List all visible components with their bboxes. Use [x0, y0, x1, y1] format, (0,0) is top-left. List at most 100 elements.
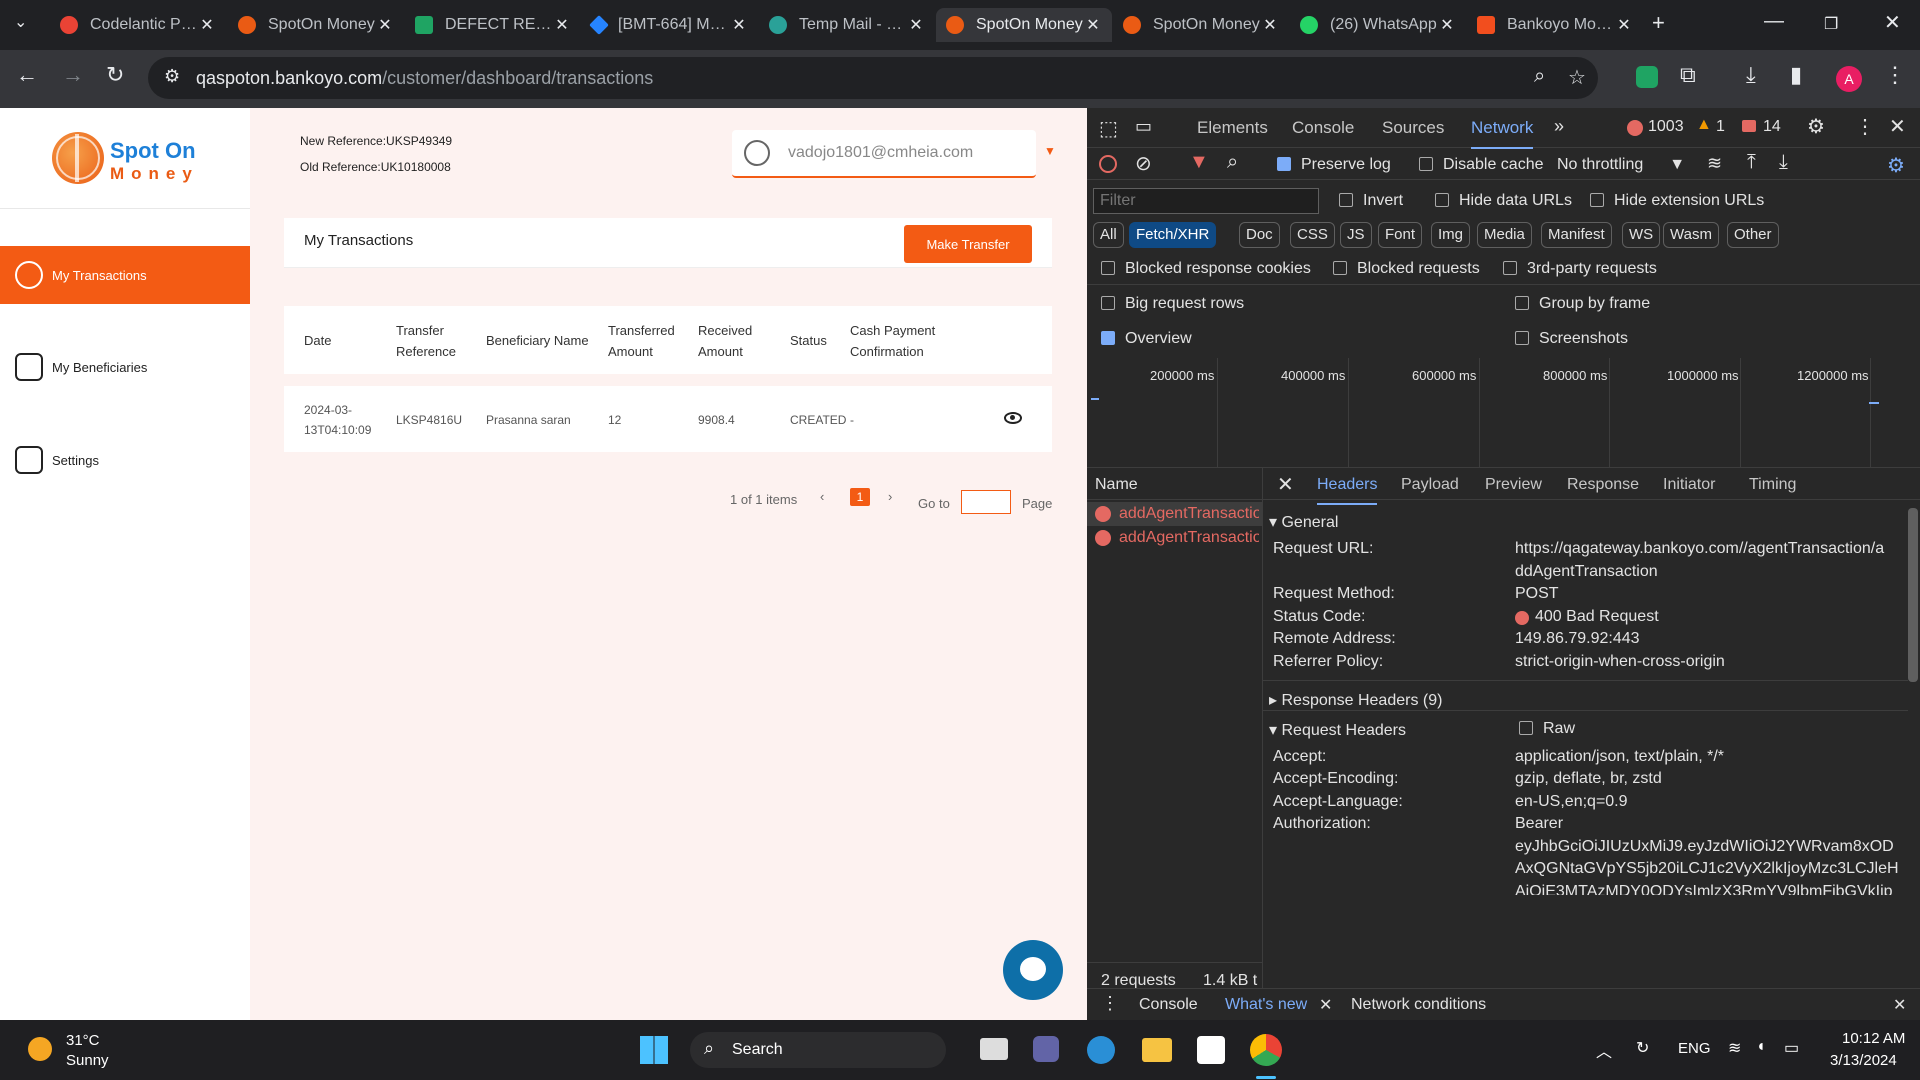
filter-chip-all[interactable]: All — [1093, 222, 1124, 248]
teams-icon[interactable] — [1033, 1036, 1059, 1062]
download-har-icon[interactable]: ⤓ — [1779, 151, 1788, 174]
more-tabs-icon[interactable]: » — [1554, 116, 1564, 137]
checkbox[interactable] — [1519, 721, 1533, 735]
checkbox[interactable] — [1435, 193, 1449, 207]
drawer-close-icon[interactable]: ✕ — [1893, 995, 1906, 1015]
third-party-checkbox[interactable]: 3rd-party requests — [1503, 260, 1657, 278]
browser-tab[interactable]: Codelantic Pvt Ltd✕ — [50, 8, 226, 42]
menu-kebab-icon[interactable]: ⋮ — [1884, 62, 1906, 88]
tab-sources[interactable]: Sources — [1382, 118, 1444, 138]
volume-icon[interactable]: ◖ — [1756, 1038, 1766, 1056]
page-number-current[interactable]: 1 — [850, 488, 870, 506]
checkbox-checked[interactable] — [1277, 157, 1291, 171]
bookmark-star-icon[interactable]: ☆ — [1568, 65, 1586, 90]
tab-headers[interactable]: Headers — [1317, 476, 1378, 505]
site-info-icon[interactable]: ⚙ — [164, 66, 180, 87]
checkbox-checked[interactable] — [1101, 331, 1115, 345]
browser-tab[interactable]: DEFECT REPORT✕ — [405, 8, 581, 42]
back-icon[interactable]: ← — [16, 62, 38, 88]
restore-icon[interactable]: ❐ — [1824, 14, 1838, 34]
browser-tab[interactable]: SpotOn Money ✕ — [1113, 8, 1289, 42]
group-by-frame-checkbox[interactable]: Group by frame — [1515, 295, 1650, 313]
checkbox[interactable] — [1101, 296, 1115, 310]
close-icon[interactable]: ✕ — [1438, 15, 1456, 35]
chat-bubble-button[interactable] — [1003, 940, 1063, 1000]
drawer-tab-whats-new[interactable]: What's new — [1225, 996, 1307, 1014]
list-item[interactable]: addAgentTransaction — [1087, 526, 1263, 550]
drawer-tab-console[interactable]: Console — [1139, 996, 1198, 1014]
wifi-icon[interactable]: ≋ — [1728, 1038, 1741, 1058]
caret-down-icon[interactable]: ▼ — [1044, 144, 1056, 158]
name-column-header[interactable]: Name — [1095, 476, 1138, 494]
chrome-icon[interactable] — [1250, 1034, 1282, 1066]
big-request-rows-checkbox[interactable]: Big request rows — [1101, 295, 1244, 313]
sidebar-item-my-transactions[interactable]: My Transactions — [0, 246, 250, 304]
wifi-conditions-icon[interactable]: ≋ — [1707, 153, 1722, 174]
extensions-puzzle-icon[interactable]: ⧉ — [1680, 62, 1696, 88]
browser-tab[interactable]: Temp Mail - Disposable✕ — [759, 8, 935, 42]
forward-icon[interactable]: → — [62, 62, 84, 88]
close-icon[interactable]: ✕ — [198, 15, 216, 35]
filter-chip-manifest[interactable]: Manifest — [1541, 222, 1612, 248]
make-transfer-button[interactable]: Make Transfer — [904, 225, 1032, 263]
weather-label[interactable]: Sunny — [66, 1052, 109, 1069]
checkbox[interactable] — [1503, 261, 1517, 275]
browser-tab[interactable]: Bankoyo Mobile ✕ — [1467, 8, 1643, 42]
hide-extension-urls-checkbox[interactable]: Hide extension URLs — [1590, 192, 1764, 210]
browser-tab-active[interactable]: SpotOn Money ✕ — [936, 8, 1112, 42]
network-overview-timeline[interactable]: 200000 ms 400000 ms 600000 ms 800000 ms … — [1087, 358, 1920, 468]
zoom-search-icon[interactable]: ⌕ — [1534, 65, 1545, 88]
prev-page-icon[interactable]: ‹ — [820, 489, 824, 504]
preserve-log-checkbox[interactable]: Preserve log — [1277, 156, 1391, 174]
tab-payload[interactable]: Payload — [1401, 476, 1459, 494]
sun-icon[interactable] — [28, 1037, 52, 1061]
general-section-toggle[interactable]: ▾ General — [1269, 512, 1338, 532]
windows-start-icon[interactable] — [640, 1036, 668, 1064]
temperature[interactable]: 31°C — [66, 1032, 100, 1049]
checkbox[interactable] — [1515, 331, 1529, 345]
settings-gear-icon[interactable]: ⚙ — [1807, 114, 1825, 139]
drawer-tab-network-conditions[interactable]: Network conditions — [1351, 996, 1486, 1014]
close-icon[interactable]: ✕ — [730, 15, 748, 35]
scrollbar-thumb[interactable] — [1908, 508, 1918, 682]
filter-chip-ws[interactable]: WS — [1622, 222, 1661, 248]
filter-chip-js[interactable]: JS — [1340, 222, 1372, 248]
filter-chip-other[interactable]: Other — [1727, 222, 1779, 248]
checkbox[interactable] — [1333, 261, 1347, 275]
throttling-select[interactable]: No throttling ▼ — [1557, 156, 1685, 174]
tab-network[interactable]: Network — [1471, 118, 1534, 149]
checkbox[interactable] — [1419, 157, 1433, 171]
blocked-cookies-checkbox[interactable]: Blocked response cookies — [1101, 260, 1311, 278]
close-icon[interactable]: ✕ — [1261, 15, 1279, 35]
list-item[interactable]: addAgentTransaction — [1087, 502, 1263, 526]
language-indicator[interactable]: ENG — [1678, 1040, 1711, 1057]
extension-icon[interactable] — [1636, 66, 1658, 88]
sidebar-item-settings[interactable]: Settings — [0, 431, 250, 489]
close-icon[interactable]: ✕ — [1615, 15, 1633, 35]
task-view-icon[interactable] — [980, 1038, 1008, 1060]
window-close-icon[interactable]: ✕ — [1884, 10, 1901, 35]
disable-cache-checkbox[interactable]: Disable cache — [1419, 156, 1544, 174]
upload-har-icon[interactable]: ⤒ — [1747, 151, 1756, 174]
raw-checkbox[interactable]: Raw — [1519, 720, 1575, 738]
close-icon[interactable]: ✕ — [1084, 15, 1102, 35]
filter-chip-media[interactable]: Media — [1477, 222, 1532, 248]
browser-tab[interactable]: (26) WhatsApp ✕ — [1290, 8, 1466, 42]
filter-input[interactable] — [1093, 188, 1319, 214]
reload-icon[interactable]: ↻ — [106, 62, 124, 88]
drawer-menu-icon[interactable]: ⋮ — [1101, 993, 1119, 1014]
goto-page-input[interactable] — [961, 490, 1011, 514]
user-menu[interactable]: vadojo1801@cmheia.com — [732, 130, 1036, 178]
close-icon[interactable]: ✕ — [376, 15, 394, 35]
taskbar-search[interactable]: ⌕ Search — [690, 1032, 946, 1068]
next-page-icon[interactable]: › — [888, 489, 892, 504]
sidebar-item-my-beneficiaries[interactable]: My Beneficiaries — [0, 338, 250, 396]
screenshots-checkbox[interactable]: Screenshots — [1515, 330, 1628, 348]
checkbox[interactable] — [1339, 193, 1353, 207]
filter-funnel-icon[interactable]: ▼ — [1189, 151, 1209, 174]
battery-icon[interactable]: ▭ — [1784, 1038, 1799, 1058]
device-toolbar-icon[interactable]: ▭ — [1135, 116, 1152, 137]
edge-icon[interactable] — [1087, 1036, 1115, 1064]
tab-console[interactable]: Console — [1292, 118, 1354, 138]
close-icon[interactable]: ✕ — [1319, 995, 1332, 1015]
